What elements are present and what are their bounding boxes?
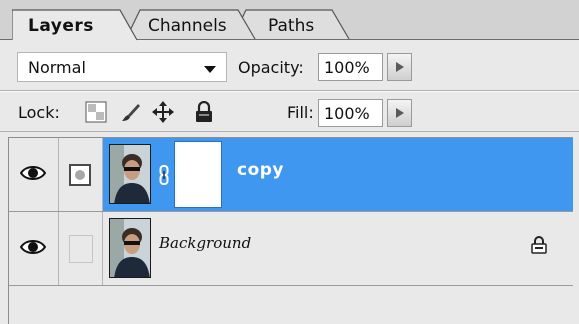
row-divider-highlight (0, 91, 579, 92)
layers-list: copy Background (8, 137, 573, 324)
tab-layers-label: Layers (28, 16, 94, 36)
blend-mode-select[interactable]: Normal (17, 52, 227, 82)
opacity-label: Opacity: (238, 58, 304, 77)
opacity-slider-button[interactable] (387, 53, 412, 81)
layer-mask-indicator-cell[interactable] (59, 138, 103, 211)
triangle-right-icon (396, 108, 404, 118)
layer-name: Background (159, 234, 252, 252)
padlock-icon (531, 236, 547, 254)
eye-icon (20, 166, 46, 180)
lock-image-brush-icon[interactable] (119, 101, 141, 123)
layer-name: copy (237, 160, 285, 180)
layer-row-background[interactable]: Background (9, 212, 573, 285)
tab-layers[interactable]: Layers (12, 8, 138, 41)
layers-panel: Paths Channels Layers Normal Opacity: 10… (0, 0, 579, 324)
layer-mask-icon (69, 164, 91, 186)
fill-label: Fill: (287, 103, 314, 122)
opacity-value: 100% (324, 57, 370, 77)
lock-label: Lock: (18, 103, 60, 122)
tab-paths-label: Paths (268, 16, 315, 36)
layer-row-main[interactable]: Background (103, 212, 573, 285)
fill-value: 100% (324, 103, 370, 123)
eye-icon (20, 240, 46, 254)
opacity-input[interactable]: 100% (318, 53, 383, 81)
lock-position-move-icon[interactable] (152, 101, 174, 123)
empty-link-box (69, 235, 93, 263)
chain-link-icon[interactable] (159, 165, 169, 185)
triangle-right-icon (396, 62, 404, 72)
fill-input[interactable]: 100% (318, 99, 383, 127)
link-cell[interactable] (59, 212, 103, 285)
layer-row-copy[interactable]: copy (9, 138, 573, 211)
tab-channels-label: Channels (148, 16, 227, 36)
layer-thumbnail (109, 144, 151, 204)
visibility-toggle[interactable] (9, 212, 59, 285)
layer-separator (9, 285, 573, 286)
panel-tab-bar: Paths Channels Layers (0, 0, 579, 41)
lock-all-padlock-icon[interactable] (193, 100, 215, 123)
layer-thumbnail (109, 218, 151, 278)
visibility-toggle[interactable] (9, 138, 59, 211)
layer-selected-highlight[interactable]: copy (103, 138, 573, 211)
lock-transparency-icon[interactable] (85, 101, 107, 123)
chevron-down-icon (204, 66, 216, 73)
blend-mode-value: Normal (28, 57, 86, 77)
layer-mask-thumbnail[interactable] (174, 141, 222, 208)
fill-slider-button[interactable] (387, 99, 412, 127)
row-divider (0, 131, 579, 132)
tab-channels[interactable]: Channels (126, 8, 256, 40)
